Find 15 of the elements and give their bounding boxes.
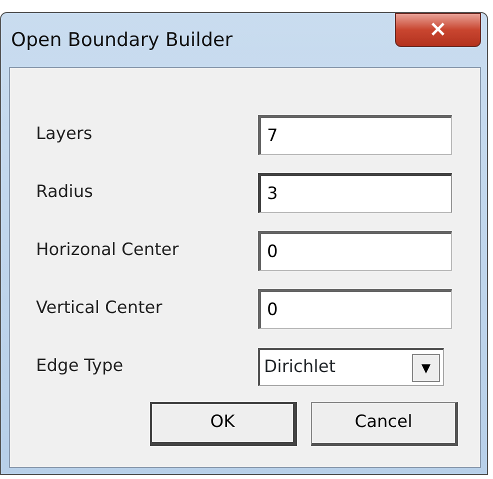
window-title: Open Boundary Builder xyxy=(10,28,233,53)
field-label: Edge Type xyxy=(36,355,124,378)
dropdown-field[interactable]: Dirichlet ▼ xyxy=(258,348,444,386)
field-label: Vertical Center xyxy=(36,297,164,320)
field-label: Radius xyxy=(36,181,94,204)
close-button[interactable]: × xyxy=(395,13,481,47)
input-field[interactable]: 0 xyxy=(258,289,452,329)
dropdown-button[interactable]: ▼ xyxy=(412,354,440,382)
field-label: Horizonal Center xyxy=(36,239,180,262)
input-field[interactable]: 0 xyxy=(258,231,452,271)
input-field[interactable]: 7 xyxy=(258,115,452,155)
cancel-button[interactable]: Cancel xyxy=(311,402,458,446)
input-field[interactable]: 3 xyxy=(258,173,452,213)
ok-button[interactable]: OK xyxy=(150,402,297,446)
field-label: Layers xyxy=(36,123,94,146)
